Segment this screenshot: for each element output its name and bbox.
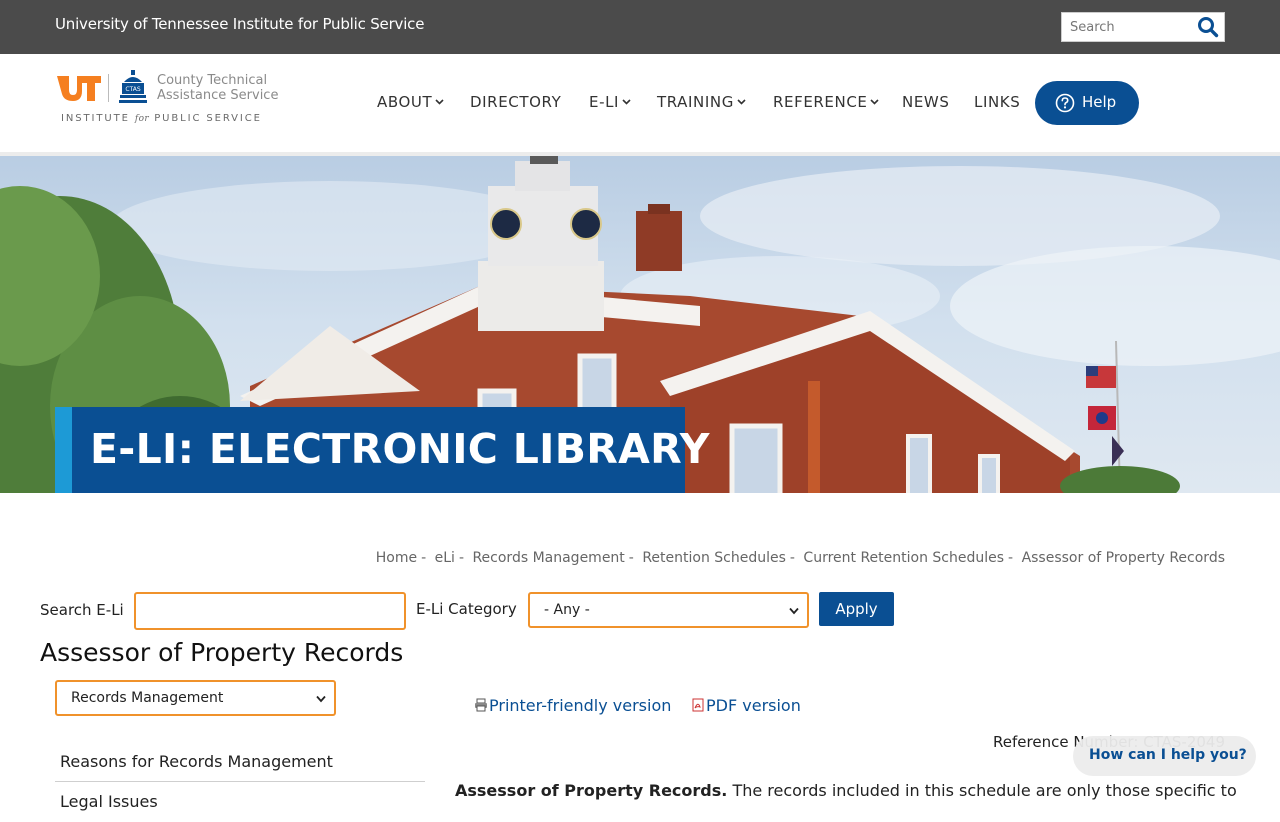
breadcrumb-retention-schedules[interactable]: Retention Schedules: [642, 550, 786, 566]
article-body: Assessor of Property Records. The record…: [455, 781, 1237, 800]
breadcrumb-current-page: Assessor of Property Records: [1021, 550, 1225, 566]
chat-assistant-button[interactable]: How can I help you?: [1073, 736, 1256, 776]
seal-text: CTAS: [125, 86, 140, 93]
sidebar-item-legal-issues[interactable]: Legal Issues: [55, 782, 425, 822]
nav-directory[interactable]: DIRECTORY: [470, 93, 561, 111]
question-circle-icon: [1055, 93, 1075, 113]
top-utility-bar: University of Tennessee Institute for Pu…: [0, 0, 1280, 54]
breadcrumb-eli[interactable]: eLi: [435, 550, 455, 566]
breadcrumb-records-management[interactable]: Records Management: [472, 550, 624, 566]
nav-reference[interactable]: REFERENCE: [773, 93, 880, 111]
nav-news[interactable]: NEWS: [902, 93, 949, 111]
sidebar-item-label: Reasons for Records Management: [60, 752, 333, 771]
chevron-down-icon: [316, 695, 326, 703]
nav-links[interactable]: LINKS: [974, 93, 1020, 111]
nav-about[interactable]: ABOUT: [377, 93, 444, 111]
site-header: CTAS County Technical Assistance Service…: [0, 54, 1280, 152]
article-lead: Assessor of Property Records.: [455, 781, 728, 800]
chat-assistant-label: How can I help you?: [1089, 747, 1247, 763]
sidebar-item-reasons[interactable]: Reasons for Records Management: [55, 742, 425, 782]
apply-button[interactable]: Apply: [819, 592, 894, 626]
search-eli-input[interactable]: [134, 592, 406, 630]
sidebar-item-label: Legal Issues: [60, 792, 158, 811]
chevron-down-icon: [870, 99, 880, 105]
category-select-value: - Any -: [544, 602, 590, 618]
site-search-input[interactable]: [1062, 13, 1196, 41]
pdf-link[interactable]: PDF version: [691, 696, 801, 715]
ut-logo-icon: [57, 76, 101, 101]
capitol-seal-icon: CTAS: [119, 70, 147, 103]
page-title: Assessor of Property Records: [40, 638, 404, 667]
logo-line-2: Assistance Service: [157, 88, 279, 103]
section-select-value: Records Management: [71, 690, 224, 706]
nav-training[interactable]: TRAINING: [657, 93, 746, 111]
help-label: Help: [1082, 93, 1117, 111]
hero-banner: E-LI: ELECTRONIC LIBRARY: [0, 156, 1280, 493]
chevron-down-icon: [737, 99, 746, 105]
chevron-down-icon: [435, 99, 444, 105]
search-eli-label: Search E-Li: [40, 601, 124, 619]
hero-title-banner: E-LI: ELECTRONIC LIBRARY: [55, 407, 709, 493]
logo-line-1: County Technical: [157, 73, 268, 88]
breadcrumb: Home - eLi - Records Management - Retention…: [375, 550, 1225, 566]
printer-icon: [475, 698, 487, 712]
hero-title-accent: [55, 407, 72, 493]
section-select[interactable]: Records Management: [55, 680, 336, 716]
category-select[interactable]: - Any -: [528, 592, 809, 628]
chevron-down-icon: [622, 99, 631, 105]
hero-title: E-LI: ELECTRONIC LIBRARY: [90, 425, 710, 473]
institute-name[interactable]: University of Tennessee Institute for Pu…: [55, 15, 424, 33]
site-search: [1061, 12, 1225, 42]
search-icon[interactable]: [1196, 16, 1220, 38]
chevron-down-icon: [789, 607, 799, 615]
pdf-icon: [692, 698, 704, 712]
nav-e-li[interactable]: E-LI: [589, 93, 631, 111]
logo-divider: [108, 74, 109, 102]
help-button[interactable]: Help: [1035, 81, 1139, 125]
category-label: E-Li Category: [416, 600, 517, 618]
ctas-logo[interactable]: CTAS County Technical Assistance Service…: [55, 70, 285, 130]
breadcrumb-current-retention-schedules[interactable]: Current Retention Schedules: [803, 550, 1004, 566]
printer-friendly-link[interactable]: Printer-friendly version: [474, 696, 671, 715]
breadcrumb-home[interactable]: Home: [376, 550, 417, 566]
logo-tagline: INSTITUTE for PUBLIC SERVICE: [61, 113, 262, 124]
